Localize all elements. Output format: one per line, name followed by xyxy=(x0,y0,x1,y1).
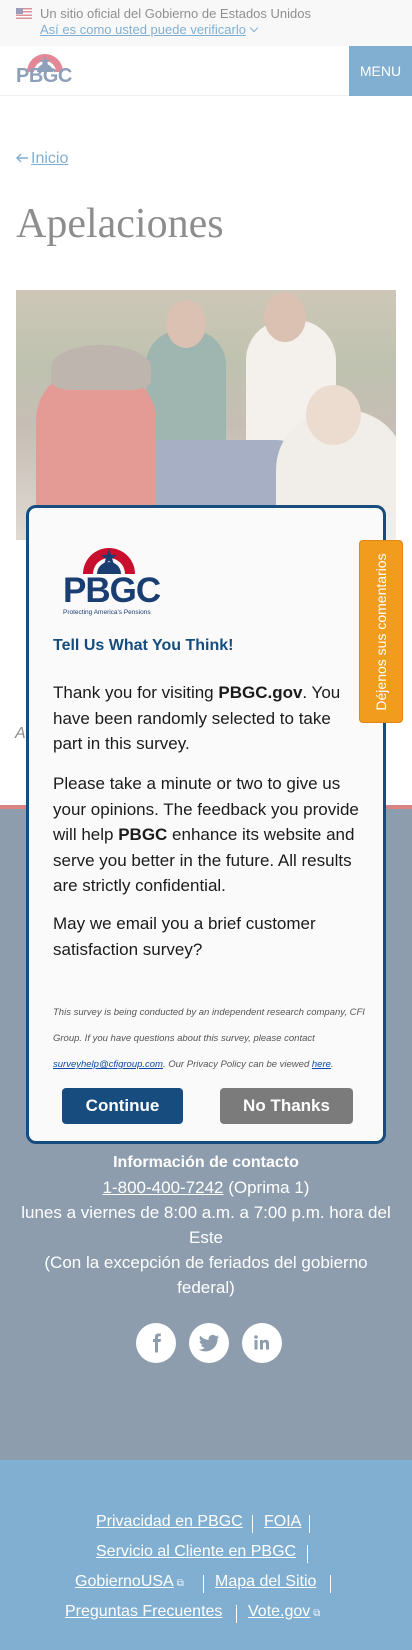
continue-button[interactable]: Continue xyxy=(62,1088,183,1124)
modal-logo: PBGC Protecting America's Pensions xyxy=(63,546,161,618)
survey-modal: PBGC Protecting America's Pensions Tell … xyxy=(26,505,386,1144)
modal-logo-text: PBGC xyxy=(63,571,161,610)
survey-help-email-link[interactable]: surveyhelp@cfigroup.com xyxy=(53,1059,163,1070)
modal-title: Tell Us What You Think! xyxy=(53,637,234,654)
logo-emblem-icon xyxy=(83,548,135,574)
modal-fine-print: This survey is being conducted by an ind… xyxy=(53,1007,365,1070)
feedback-tab-label: Déjenos sus comentarios xyxy=(373,552,389,711)
privacy-policy-link[interactable]: here xyxy=(312,1059,331,1070)
feedback-tab[interactable]: Déjenos sus comentarios xyxy=(359,540,403,723)
modal-logo-tagline: Protecting America's Pensions xyxy=(63,609,151,616)
modal-paragraph-2: Please take a minute or two to give us y… xyxy=(53,774,359,895)
modal-paragraph-1: Thank you for visiting PBGC.gov. You hav… xyxy=(53,683,341,753)
no-thanks-button[interactable]: No Thanks xyxy=(220,1088,353,1124)
modal-paragraph-3: May we email you a brief customer satisf… xyxy=(53,914,316,959)
